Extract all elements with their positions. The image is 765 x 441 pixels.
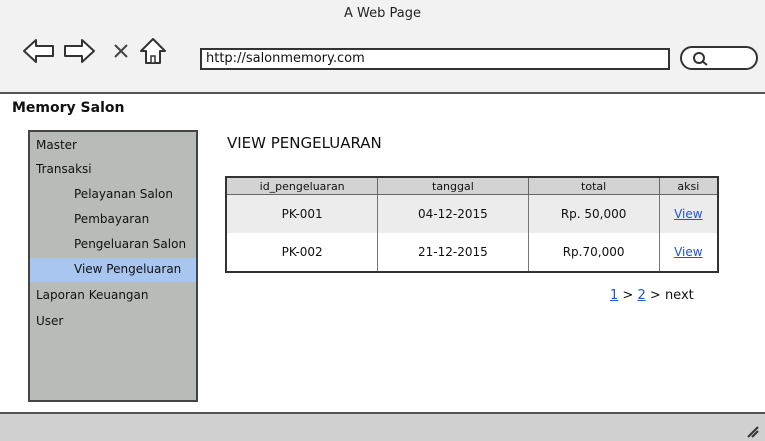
pengeluaran-table: id_pengeluaran tanggal total aksi PK-001… <box>225 176 719 273</box>
pagination-separator: > <box>622 288 634 303</box>
column-header-aksi: aksi <box>658 176 719 195</box>
view-link[interactable]: View <box>674 207 702 221</box>
table-row: PK-001 04-12-2015 Rp. 50,000 View <box>225 194 719 233</box>
sidebar-menu: Master Transaksi Pelayanan Salon Pembaya… <box>28 130 198 402</box>
sidebar-item-laporan-keuangan[interactable]: Laporan Keuangan <box>36 288 149 302</box>
address-bar[interactable]: http://salonmemory.com <box>200 48 670 70</box>
next-page-link[interactable]: next <box>665 288 694 303</box>
column-header-tanggal[interactable]: tanggal <box>377 176 529 195</box>
column-header-total[interactable]: total <box>527 176 660 195</box>
sidebar-item-master[interactable]: Master <box>36 138 77 152</box>
forward-arrow-icon[interactable] <box>62 34 96 68</box>
cell-total: Rp. 50,000 <box>527 194 660 233</box>
sidebar-item-view-pengeluaran[interactable]: View Pengeluaran <box>74 262 181 276</box>
search-icon <box>693 52 708 66</box>
view-link[interactable]: View <box>674 245 702 259</box>
sidebar-item-pembayaran[interactable]: Pembayaran <box>74 212 149 226</box>
browser-search-field[interactable] <box>680 46 758 70</box>
cell-tanggal: 21-12-2015 <box>377 233 529 272</box>
sidebar-item-user[interactable]: User <box>36 314 63 328</box>
page-title: VIEW PENGELUARAN <box>227 134 382 152</box>
resize-grip-icon[interactable] <box>745 424 759 438</box>
home-icon[interactable] <box>136 34 170 68</box>
sidebar-item-pelayanan-salon[interactable]: Pelayanan Salon <box>74 187 173 201</box>
cell-tanggal: 04-12-2015 <box>377 194 529 233</box>
table-row: PK-002 21-12-2015 Rp.70,000 View <box>225 233 719 272</box>
cell-aksi: View <box>658 233 719 272</box>
page-1-link[interactable]: 1 <box>610 288 618 303</box>
cell-total: Rp.70,000 <box>527 233 660 272</box>
browser-title: A Web Page <box>344 6 421 21</box>
cell-id: PK-002 <box>225 233 379 272</box>
pagination-separator: > <box>649 288 661 303</box>
cell-id: PK-001 <box>225 194 379 233</box>
cell-aksi: View <box>658 194 719 233</box>
back-arrow-icon[interactable] <box>22 34 56 68</box>
page-2-link[interactable]: 2 <box>637 288 645 303</box>
close-icon[interactable] <box>104 34 138 68</box>
column-header-id[interactable]: id_pengeluaran <box>225 176 379 195</box>
browser-chrome: A Web Page http://salonmemory.com <box>0 0 765 94</box>
sidebar-item-pengeluaran-salon[interactable]: Pengeluaran Salon <box>74 237 186 251</box>
app-title: Memory Salon <box>12 100 125 116</box>
sidebar-item-transaksi[interactable]: Transaksi <box>36 162 92 176</box>
table-header-row: id_pengeluaran tanggal total aksi <box>225 176 719 195</box>
pagination: 1 > 2 > next <box>610 288 694 303</box>
status-bar <box>0 412 765 441</box>
